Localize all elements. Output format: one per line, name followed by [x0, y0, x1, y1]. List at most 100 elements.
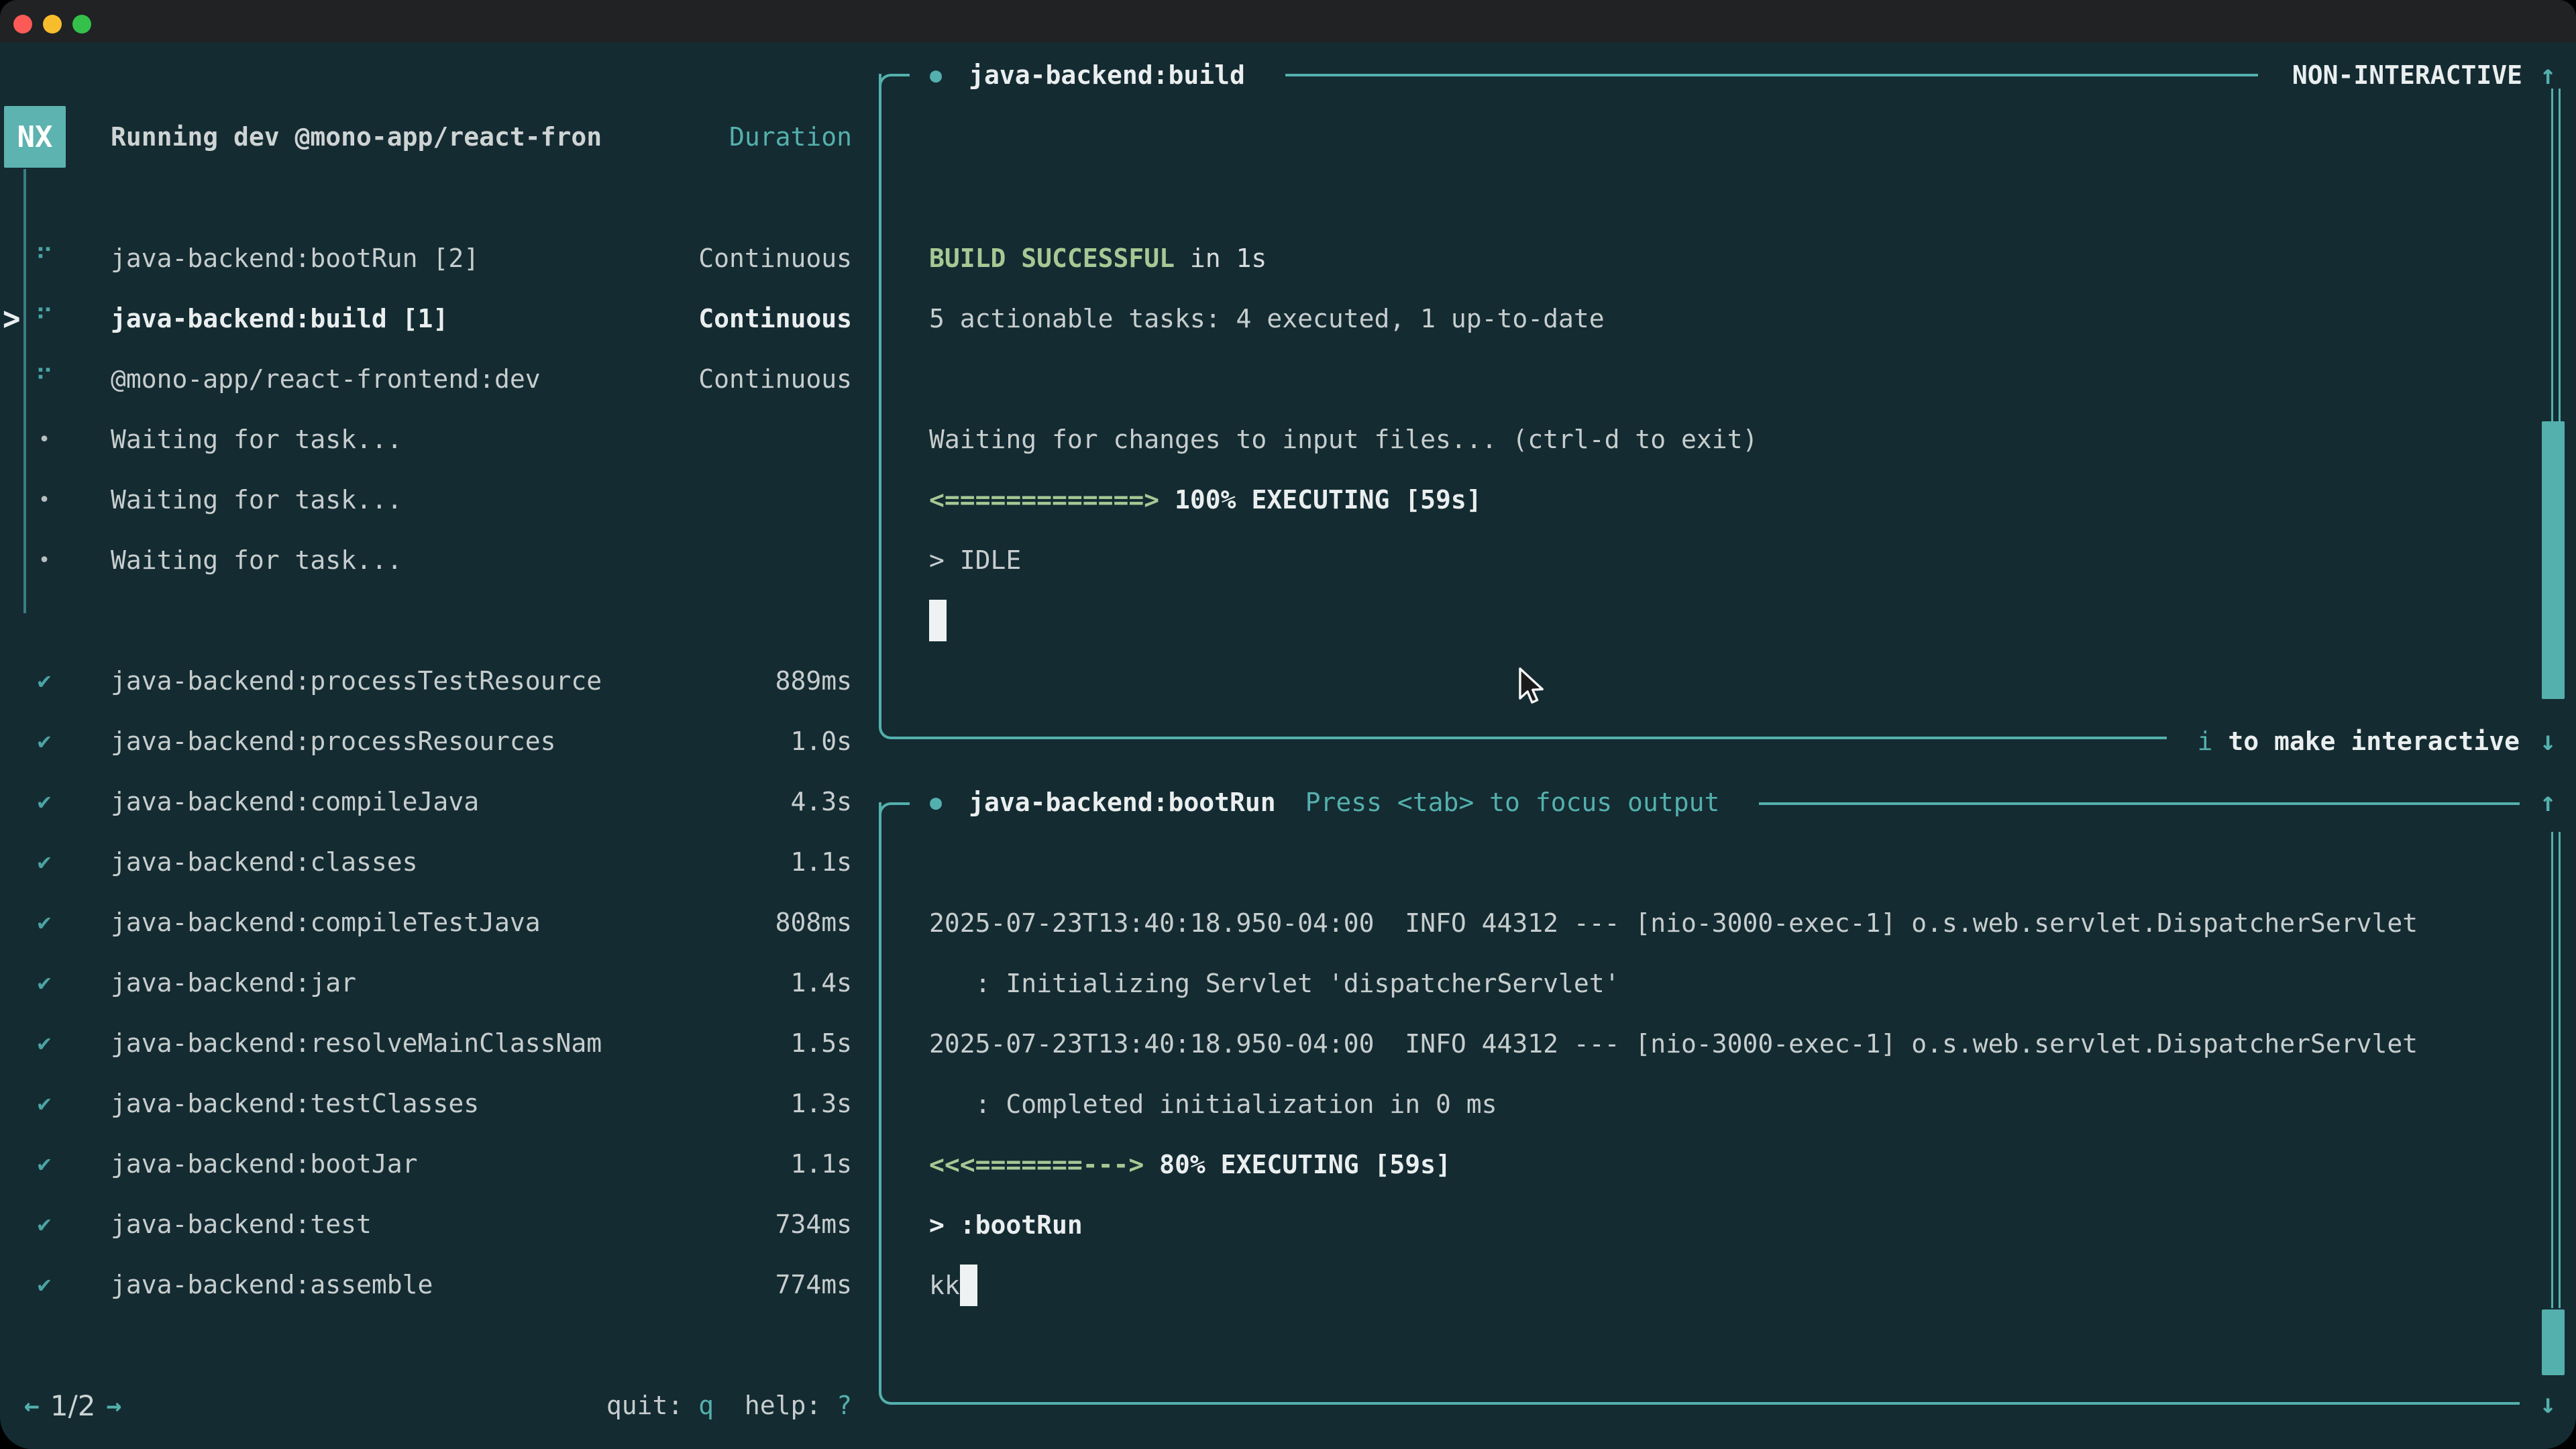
duration-column-header: Duration [729, 122, 852, 152]
log-line: : Initializing Servlet 'dispatcherServle… [929, 953, 2526, 1014]
task-name: Waiting for task... [111, 425, 402, 454]
completed-task-row[interactable]: ✔ java-backend:resolveMainClassNam 1.5s [0, 1013, 879, 1073]
task-duration: 4.3s [790, 787, 852, 816]
check-icon: ✔ [27, 969, 62, 996]
spinner-icon: ⠋ [27, 364, 62, 394]
task-list-title: Running dev @mono-app/react-fron [111, 122, 602, 152]
task-row-waiting[interactable]: • Waiting for task... [0, 530, 879, 590]
completed-task-row[interactable]: ✔ java-backend:bootJar 1.1s [0, 1134, 879, 1194]
waiting-dot-icon: • [27, 428, 62, 451]
build-result-time: in 1s [1175, 244, 1267, 273]
task-duration: 1.5s [790, 1028, 852, 1058]
waiting-dot-icon: • [27, 549, 62, 572]
typed-input: kk [929, 1271, 960, 1300]
spinner-icon: ⠋ [27, 244, 62, 273]
build-summary-line: 5 actionable tasks: 4 executed, 1 up-to-… [929, 288, 2472, 349]
bootrun-prompt-line: > :bootRun [929, 1195, 2526, 1255]
task-duration: 734ms [775, 1210, 852, 1239]
completed-task-row[interactable]: ✔ java-backend:testClasses 1.3s [0, 1073, 879, 1134]
task-name: java-backend:processTestResource [111, 666, 602, 696]
selected-chevron-icon: > [3, 299, 30, 337]
completed-task-row[interactable]: ✔ java-backend:classes 1.1s [0, 832, 879, 892]
build-panel-output: BUILD SUCCESSFUL in 1s 5 actionable task… [929, 228, 2472, 651]
build-panel-header[interactable]: ● java-backend:build [930, 45, 1245, 105]
task-status: Continuous [698, 244, 852, 273]
quit-label: quit: [606, 1391, 683, 1420]
task-duration: 889ms [775, 666, 852, 696]
page-prev-arrow-icon[interactable]: ← [24, 1391, 40, 1420]
terminal-cursor [960, 1265, 977, 1306]
task-duration: 1.4s [790, 968, 852, 998]
build-scrollbar-thumb[interactable] [2542, 421, 2565, 699]
spinner-icon: ⠋ [27, 304, 62, 333]
progress-status: 80% EXECUTING [59s] [1144, 1150, 1451, 1179]
task-status: Continuous [698, 304, 852, 333]
mode-badge-text: NON-INTERACTIVE [2292, 60, 2522, 90]
completed-task-list: ✔ java-backend:processTestResource 889ms… [0, 651, 879, 1315]
task-row-waiting[interactable]: • Waiting for task... [0, 409, 879, 470]
page-next-arrow-icon[interactable]: → [106, 1391, 121, 1420]
terminal-window: NX Running dev @mono-app/react-fron Dura… [0, 0, 2576, 1449]
task-name: java-backend:jar [111, 968, 356, 998]
bootrun-panel-header[interactable]: ● java-backend:bootRun Press <tab> to fo… [930, 772, 1719, 833]
page-switcher: ← 1/2 → [24, 1389, 121, 1422]
window-titlebar[interactable] [0, 0, 2576, 42]
completed-task-row[interactable]: ✔ java-backend:processTestResource 889ms [0, 651, 879, 711]
task-duration: 1.3s [790, 1089, 852, 1118]
bootrun-scroll-up-icon[interactable]: ↑ [2540, 772, 2556, 833]
check-icon: ✔ [27, 1211, 62, 1238]
quit-key [683, 1391, 698, 1420]
waiting-dot-icon: • [27, 488, 62, 512]
task-duration: 1.1s [790, 847, 852, 877]
completed-task-row[interactable]: ✔ java-backend:compileTestJava 808ms [0, 892, 879, 953]
progress-status: 100% EXECUTING [59s] [1159, 485, 1481, 515]
task-name: Waiting for task... [111, 485, 402, 515]
completed-task-row[interactable]: ✔ java-backend:jar 1.4s [0, 953, 879, 1013]
log-line: 2025-07-23T13:40:18.950-04:00 INFO 44312… [929, 893, 2526, 953]
check-icon: ✔ [27, 849, 62, 875]
mode-badge: NON-INTERACTIVE [2292, 45, 2522, 105]
task-bullet-icon: ● [930, 791, 942, 814]
task-name: java-backend:build [1] [111, 304, 448, 333]
progress-bar: <=============> [929, 485, 1159, 515]
log-line: 2025-07-23T13:40:18.950-04:00 INFO 44312… [929, 1014, 2526, 1074]
build-scroll-down-icon[interactable]: ↓ [2540, 711, 2556, 771]
check-icon: ✔ [27, 788, 62, 815]
bootrun-panel-title: java-backend:bootRun [969, 788, 1276, 817]
completed-task-row[interactable]: ✔ java-backend:test 734ms [0, 1194, 879, 1254]
close-button[interactable] [13, 15, 32, 34]
task-row-waiting[interactable]: • Waiting for task... [0, 470, 879, 530]
task-row[interactable]: ⠋ @mono-app/react-frontend:dev Continuou… [0, 349, 879, 409]
bootrun-input-line[interactable]: kk [929, 1255, 2526, 1316]
build-result-line: BUILD SUCCESSFUL in 1s [929, 228, 2472, 288]
task-name: @mono-app/react-frontend:dev [111, 364, 541, 394]
bootrun-scroll-down-icon[interactable]: ↓ [2540, 1374, 2556, 1434]
task-row-selected[interactable]: > ⠋ java-backend:build [1] Continuous [0, 288, 879, 349]
cursor-line [929, 590, 2472, 651]
zoom-button[interactable] [72, 15, 91, 34]
task-name: java-backend:test [111, 1210, 372, 1239]
terminal-cursor [929, 600, 947, 641]
task-list-header: Running dev @mono-app/react-fron Duratio… [0, 106, 879, 168]
interactive-hint[interactable]: i to make interactive [2198, 711, 2520, 771]
completed-task-row[interactable]: ✔ java-backend:compileJava 4.3s [0, 771, 879, 832]
check-icon: ✔ [27, 667, 62, 694]
mouse-cursor [1517, 667, 1546, 706]
task-name: java-backend:assemble [111, 1270, 433, 1299]
build-progress-line: <=============> 100% EXECUTING [59s] [929, 470, 2472, 530]
task-name: java-backend:bootRun [2] [111, 244, 479, 273]
build-result: BUILD SUCCESSFUL [929, 244, 1175, 273]
check-icon: ✔ [27, 1271, 62, 1298]
bootrun-scrollbar-thumb[interactable] [2542, 1309, 2565, 1375]
task-name: java-backend:bootJar [111, 1149, 418, 1179]
build-panel-title: java-backend:build [969, 60, 1245, 90]
completed-task-row[interactable]: ✔ java-backend:assemble 774ms [0, 1254, 879, 1315]
task-row[interactable]: ⠋ java-backend:bootRun [2] Continuous [0, 228, 879, 288]
bootrun-panel-corner [879, 802, 910, 837]
check-icon: ✔ [27, 728, 62, 755]
completed-task-row[interactable]: ✔ java-backend:processResources 1.0s [0, 711, 879, 771]
help-key-char: ? [837, 1391, 852, 1420]
minimize-button[interactable] [43, 15, 62, 34]
task-duration: 1.1s [790, 1149, 852, 1179]
bootrun-scrollbar-track[interactable] [2551, 832, 2561, 1308]
